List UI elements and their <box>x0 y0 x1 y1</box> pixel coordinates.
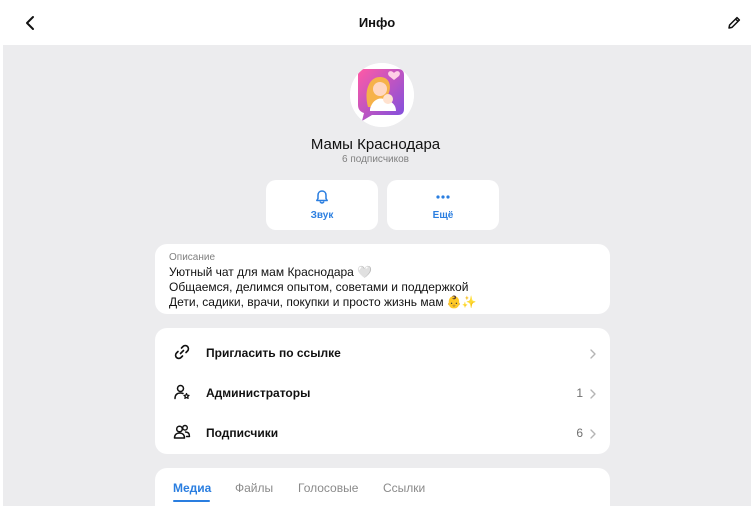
avatar[interactable] <box>350 63 414 127</box>
more-button[interactable]: Ещё <box>387 180 499 230</box>
top-bar: Инфо <box>3 0 751 45</box>
menu-item-label: Подписчики <box>206 426 279 440</box>
subscriber-count: 6 подписчиков <box>342 154 409 165</box>
description-line-2: Общаемся, делимся опытом, советами и под… <box>169 280 469 294</box>
page-title: Инфо <box>358 15 396 30</box>
media-tabs: Медиа Файлы Голосовые Ссылки <box>155 468 610 506</box>
menu-item-subscribers[interactable]: Подписчики 6 <box>155 411 610 451</box>
mother-and-baby-avatar <box>350 63 414 127</box>
chevron-right-icon <box>590 429 596 439</box>
sound-button[interactable]: Звук <box>266 180 378 230</box>
window-edge <box>0 0 3 506</box>
channel-name: Мамы Краснодара <box>310 136 441 153</box>
tab-files[interactable]: Файлы <box>235 481 273 495</box>
description-card: Описание Уютный чат для мам Краснодара 🤍… <box>155 244 610 314</box>
menu-item-count: 1 <box>576 386 583 400</box>
menu-item-label: Администраторы <box>206 386 311 400</box>
tab-voice[interactable]: Голосовые <box>298 481 358 495</box>
tab-links[interactable]: Ссылки <box>383 481 425 495</box>
menu-item-invite-link[interactable]: Пригласить по ссылке <box>155 331 610 371</box>
bell-icon <box>316 190 328 204</box>
more-label: Ещё <box>432 210 454 221</box>
chevron-right-icon <box>590 349 596 359</box>
chevron-right-icon <box>590 389 596 399</box>
admin-icon <box>174 384 190 400</box>
description-line-1: Уютный чат для мам Краснодара 🤍 <box>169 265 373 279</box>
menu-item-count: 6 <box>576 426 583 440</box>
more-dots-icon <box>436 195 450 199</box>
users-icon <box>173 424 191 439</box>
settings-menu: Пригласить по ссылке Администраторы 1 По… <box>155 328 610 454</box>
description-line-3: Дети, садики, врачи, покупки и просто жи… <box>169 295 477 309</box>
tab-media[interactable]: Медиа <box>173 481 211 495</box>
description-label: Описание <box>169 252 216 263</box>
menu-item-administrators[interactable]: Администраторы 1 <box>155 371 610 411</box>
edit-button[interactable] <box>723 12 745 34</box>
active-tab-indicator <box>173 500 210 502</box>
sound-label: Звук <box>310 210 334 221</box>
menu-item-label: Пригласить по ссылке <box>206 346 341 360</box>
pencil-icon <box>728 16 741 29</box>
link-icon <box>174 344 190 360</box>
